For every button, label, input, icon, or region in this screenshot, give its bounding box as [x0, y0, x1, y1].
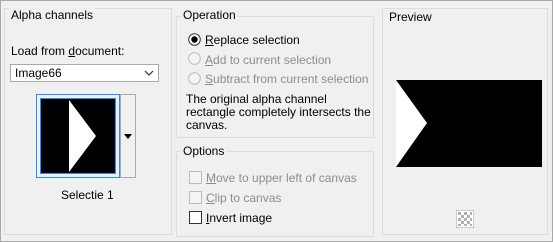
invert-image-checkbox[interactable]: [189, 211, 202, 224]
subtract-selection-radio[interactable]: [188, 72, 201, 85]
subtract-selection-label[interactable]: Subtract from current selection: [205, 72, 368, 86]
document-select-value: Image66: [15, 66, 62, 80]
channel-thumbnail[interactable]: [36, 94, 120, 178]
invert-image-label[interactable]: Invert image: [206, 211, 272, 225]
alpha-channels-title: Alpha channels: [9, 8, 96, 22]
add-to-selection-radio[interactable]: [188, 52, 201, 65]
move-upper-left-checkbox[interactable]: [189, 171, 202, 184]
caret-down-icon: [124, 134, 132, 139]
replace-selection-label[interactable]: Replace selection: [205, 33, 300, 47]
move-upper-left-label[interactable]: Move to upper left of canvas: [206, 171, 357, 185]
clip-to-canvas-checkbox[interactable]: [189, 191, 202, 204]
channel-name: Selectie 1: [61, 188, 114, 202]
thumbnail-dropdown-button[interactable]: [120, 94, 136, 178]
preview-image: [396, 80, 542, 167]
operation-title: Operation: [181, 8, 238, 22]
options-title: Options: [181, 144, 227, 158]
clip-to-canvas-label[interactable]: Clip to canvas: [206, 191, 281, 205]
chevron-down-icon: [144, 70, 154, 76]
document-select[interactable]: Image66: [10, 64, 159, 82]
replace-selection-radio[interactable]: [188, 33, 201, 46]
load-from-document-label: Load from document:: [11, 44, 125, 58]
operation-description: The original alpha channel rectangle com…: [186, 92, 371, 132]
channel-shape-icon: [69, 100, 96, 172]
preview-title: Preview: [387, 10, 434, 24]
channel-thumbnail-image: [40, 98, 116, 174]
add-to-selection-label[interactable]: Add to current selection: [205, 53, 331, 67]
transparency-checker-icon[interactable]: [456, 210, 474, 228]
